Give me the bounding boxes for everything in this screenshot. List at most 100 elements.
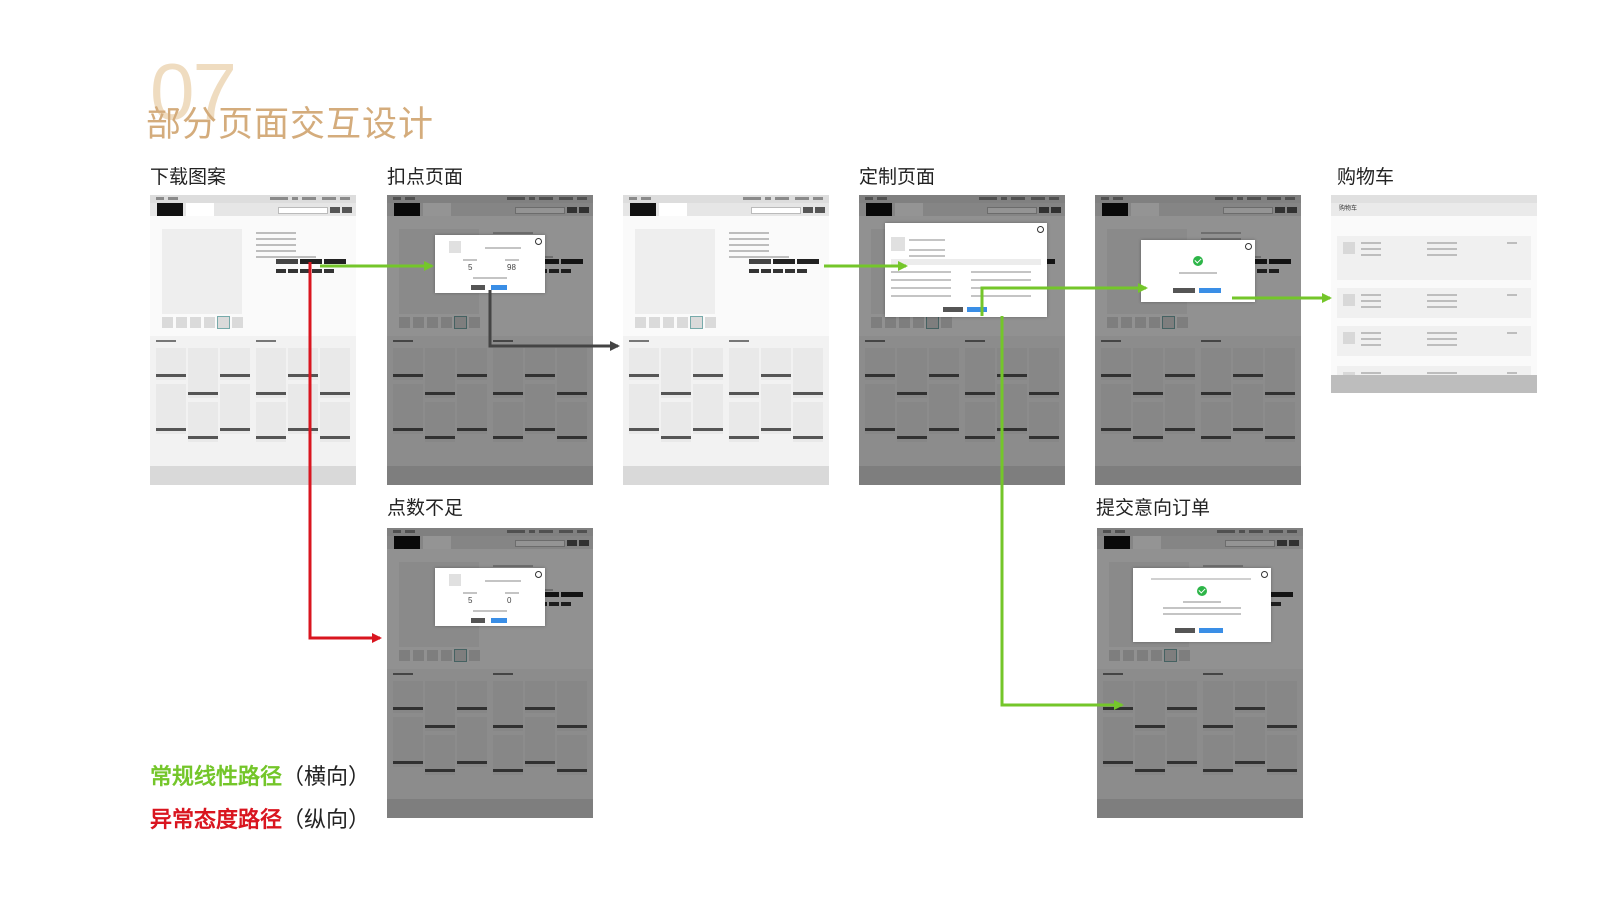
- product-image: [635, 229, 715, 314]
- custom-text-line: [909, 249, 945, 251]
- pattern-caption: [761, 374, 791, 377]
- product-tag: [288, 269, 298, 273]
- cart-item-action: [1507, 242, 1517, 244]
- custom-field: [891, 279, 951, 281]
- pattern-caption: [693, 428, 723, 431]
- topbar-text: [629, 197, 637, 200]
- cart-header: 购物车: [1331, 203, 1537, 216]
- modal-text-line: [485, 247, 521, 249]
- close-icon: [1037, 226, 1044, 233]
- product-thumb: [204, 317, 215, 328]
- pattern-caption: [256, 436, 286, 439]
- modal-text-line: [505, 259, 519, 261]
- cart-item-text: [1361, 254, 1381, 256]
- deduct-points-value: 5: [468, 263, 473, 272]
- product-tag: [773, 269, 783, 273]
- product-info-line: [729, 256, 789, 258]
- close-icon: [1245, 243, 1252, 250]
- page-footer: [1331, 375, 1537, 393]
- continue-button: [1173, 288, 1195, 293]
- deduct-points-modal: 50: [435, 568, 545, 626]
- custom-field: [891, 295, 951, 297]
- wireframe-added: [1095, 195, 1301, 485]
- pattern-caption: [188, 436, 218, 439]
- topbar-text: [641, 197, 651, 200]
- product-info-line: [256, 250, 296, 252]
- topbar-text: [765, 197, 771, 200]
- submit-text-line: [1163, 607, 1241, 609]
- wireframe-cart: 购物车: [1331, 195, 1537, 441]
- product-info-line: [256, 244, 296, 246]
- topbar-text: [322, 197, 336, 200]
- pattern-caption: [220, 374, 250, 377]
- nav-tab: [186, 203, 214, 216]
- pattern-caption: [793, 392, 823, 395]
- close-icon: [1261, 571, 1268, 578]
- cart-item-text: [1427, 332, 1457, 334]
- pattern-card: [793, 348, 823, 398]
- topbar-text: [302, 197, 316, 200]
- product-thumb: [690, 316, 703, 329]
- logo: [630, 203, 656, 216]
- submit-order-button: [967, 307, 987, 312]
- legend-abnormal-path: 异常态度路径（纵向）: [150, 806, 370, 836]
- product-thumb: [190, 317, 201, 328]
- cart-item-row: [1337, 326, 1531, 356]
- legend-normal-note: （横向）: [282, 765, 371, 790]
- cart-item-text: [1427, 338, 1457, 340]
- product-thumb: [649, 317, 660, 328]
- pattern-card: [320, 348, 350, 398]
- cart-item-text: [1361, 306, 1381, 308]
- cart-item-text: [1427, 300, 1457, 302]
- pattern-card: [156, 384, 186, 434]
- success-check-icon: [1197, 586, 1207, 596]
- cart-item-text: [1361, 248, 1381, 250]
- filter-button: [815, 207, 825, 213]
- deduct-points-modal: 5 98: [435, 235, 545, 293]
- cart-item-text: [1361, 294, 1381, 296]
- topbar-text: [156, 197, 164, 200]
- cart-item-row: [1337, 236, 1531, 280]
- progress-line: [1151, 578, 1251, 580]
- frame-label-cart: 购物车: [1337, 166, 1395, 188]
- pattern-caption: [156, 428, 186, 431]
- topbar-text: [270, 197, 288, 200]
- product-info-line: [729, 250, 769, 252]
- page-footer: [150, 466, 356, 485]
- pattern-caption: [761, 428, 791, 431]
- cart-item-thumb: [1343, 242, 1355, 254]
- search-input: [751, 207, 801, 214]
- cart-item-text: [1427, 372, 1457, 374]
- screen-topbar: [150, 195, 356, 203]
- product-tag: [300, 269, 310, 273]
- frame-label-submit: 提交意向订单: [1096, 497, 1211, 519]
- pattern-caption: [693, 374, 723, 377]
- cart-item-text: [1361, 372, 1381, 374]
- submit-order-modal: [1133, 568, 1271, 642]
- product-thumb: [677, 317, 688, 328]
- pattern-caption: [156, 374, 186, 377]
- product-thumb: [232, 317, 243, 328]
- download-button: [276, 259, 298, 264]
- custom-field: [971, 271, 1031, 273]
- modal-pattern-thumb: [449, 241, 461, 253]
- gallery-heading: [256, 340, 276, 342]
- remaining-points-value: 98: [507, 263, 516, 272]
- topbar-text: [168, 197, 178, 200]
- product-info-line: [256, 232, 296, 234]
- cart-item-text: [1361, 300, 1381, 302]
- frame-label-custom: 定制页面: [859, 166, 936, 188]
- pattern-caption: [320, 392, 350, 395]
- product-tag: [324, 269, 334, 273]
- cart-item-thumb: [1343, 332, 1355, 344]
- wireframe-deduct: 5 98: [387, 195, 593, 485]
- custom-field: [891, 287, 951, 289]
- legend-normal-text: 常规线性路径: [150, 765, 283, 790]
- search-button: [330, 207, 340, 213]
- submit-text-line: [1183, 601, 1221, 603]
- legend-abnormal-note: （纵向）: [282, 808, 371, 833]
- pattern-card: [693, 384, 723, 434]
- custom-field: [971, 295, 1031, 297]
- pattern-gallery: [623, 336, 829, 466]
- close-icon: [535, 571, 542, 578]
